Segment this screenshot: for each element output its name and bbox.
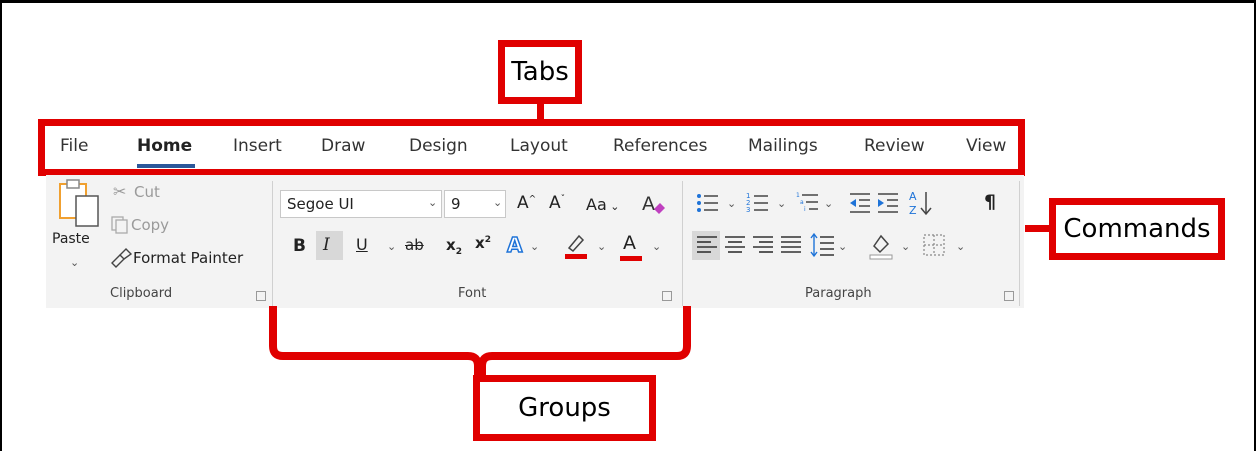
multilevel-list-icon[interactable]: 1ai <box>796 191 820 215</box>
paste-icon[interactable] <box>56 178 104 230</box>
svg-text:A: A <box>909 190 917 203</box>
text-effects-icon[interactable]: A <box>506 232 523 258</box>
line-spacing-icon[interactable] <box>810 232 836 258</box>
paste-dropdown-chevron-icon[interactable]: ⌄ <box>70 256 79 269</box>
grow-font-icon[interactable]: A^ <box>517 193 536 213</box>
shrink-font-icon[interactable]: Aˇ <box>549 193 565 213</box>
groups-bracket <box>269 306 691 382</box>
copy-label: Copy <box>131 216 170 234</box>
svg-text:i: i <box>804 206 806 213</box>
clear-formatting-icon[interactable]: A <box>641 191 667 217</box>
justify-icon[interactable] <box>780 234 802 256</box>
font-name-combobox[interactable]: Segoe UI <box>280 190 442 218</box>
align-right-icon[interactable] <box>752 234 774 256</box>
svg-text:Z: Z <box>909 204 917 217</box>
font-dialog-launcher-icon[interactable] <box>662 291 672 301</box>
clipboard-group-label: Clipboard <box>110 286 173 301</box>
group-separator <box>682 181 683 306</box>
align-left-icon[interactable] <box>696 234 718 256</box>
numbering-chevron-icon[interactable]: ⌄ <box>777 197 786 210</box>
sort-icon[interactable]: AZ <box>908 189 934 217</box>
align-center-icon[interactable] <box>724 234 746 256</box>
tabs-highlight-box <box>38 119 1025 176</box>
group-separator <box>1019 181 1020 306</box>
copy-icon <box>111 216 128 234</box>
group-separator <box>272 181 273 306</box>
change-case-button[interactable]: Aa ⌄ <box>586 195 619 214</box>
font-group-label: Font <box>458 286 487 301</box>
font-color-chevron-icon[interactable]: ⌄ <box>652 240 661 253</box>
paragraph-dialog-launcher-icon[interactable] <box>1004 291 1014 301</box>
font-name-chevron-icon[interactable]: ⌄ <box>428 196 437 209</box>
cut-label: Cut <box>134 183 160 201</box>
tabs-callout: Tabs <box>498 40 582 104</box>
paragraph-group-label: Paragraph <box>805 286 872 301</box>
text-effects-chevron-icon[interactable]: ⌄ <box>530 240 539 253</box>
font-color-icon[interactable]: A <box>623 232 636 254</box>
groups-callout: Groups <box>473 375 656 441</box>
decrease-indent-icon[interactable] <box>848 191 872 215</box>
underline-chevron-icon[interactable]: ⌄ <box>387 240 396 253</box>
cut-icon: ✂ <box>113 182 127 201</box>
italic-button[interactable]: I <box>323 235 330 255</box>
bullets-chevron-icon[interactable]: ⌄ <box>727 197 736 210</box>
numbering-icon[interactable]: 123 <box>746 191 770 215</box>
highlight-chevron-icon[interactable]: ⌄ <box>597 240 606 253</box>
svg-text:3: 3 <box>746 206 750 214</box>
highlight-color-icon[interactable] <box>563 230 589 260</box>
line-spacing-chevron-icon[interactable]: ⌄ <box>838 240 847 253</box>
bold-button[interactable]: B <box>293 236 306 256</box>
format-painter-icon[interactable] <box>110 248 132 268</box>
format-painter-label[interactable]: Format Painter <box>133 249 243 267</box>
borders-chevron-icon[interactable]: ⌄ <box>956 240 965 253</box>
increase-indent-icon[interactable] <box>876 191 900 215</box>
multilevel-chevron-icon[interactable]: ⌄ <box>824 197 833 210</box>
shading-icon[interactable] <box>868 230 894 260</box>
subscript-button[interactable]: x2 <box>446 236 462 257</box>
commands-callout: Commands <box>1049 198 1225 260</box>
clipboard-dialog-launcher-icon[interactable] <box>256 291 266 301</box>
superscript-button[interactable]: x2 <box>475 234 491 252</box>
font-color-swatch <box>620 256 642 261</box>
strikethrough-button[interactable]: ab <box>405 236 424 254</box>
borders-icon[interactable] <box>922 233 946 257</box>
paste-label[interactable]: Paste <box>52 231 90 247</box>
bullets-icon[interactable] <box>696 191 720 215</box>
svg-text:1: 1 <box>796 192 800 199</box>
svg-text:a: a <box>800 199 804 206</box>
svg-text:A: A <box>642 193 655 215</box>
underline-button[interactable]: U <box>356 235 368 254</box>
show-formatting-marks-icon[interactable]: ¶ <box>984 191 996 213</box>
font-size-chevron-icon[interactable]: ⌄ <box>493 196 502 209</box>
commands-callout-connector <box>1025 225 1051 232</box>
shading-chevron-icon[interactable]: ⌄ <box>901 240 910 253</box>
